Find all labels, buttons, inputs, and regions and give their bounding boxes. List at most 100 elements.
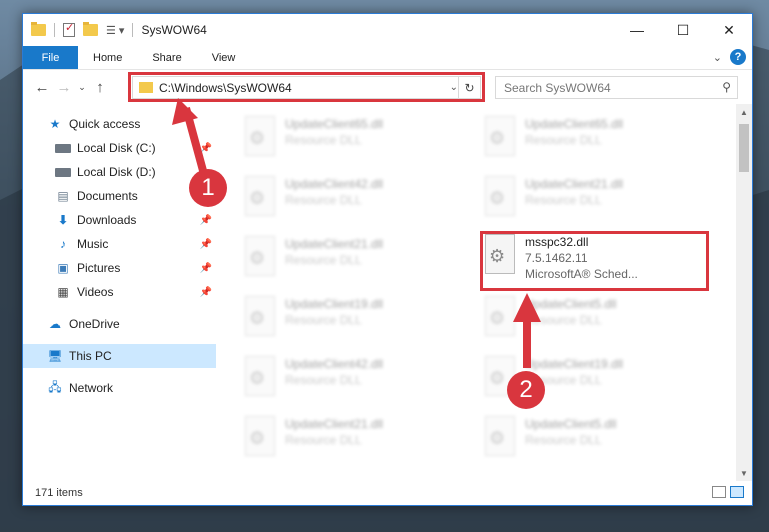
file-list: UpdateClient65.dll Resource DLL UpdateCli… [223, 104, 736, 481]
content-area: ★ Quick access Local Disk (C:) 📌 Local D… [23, 104, 752, 481]
help-icon[interactable]: ? [730, 49, 746, 65]
downloads-icon: ⬇ [57, 213, 69, 227]
sidebar-item-network[interactable]: 🖧 Network [23, 376, 216, 400]
cloud-icon: ☁ [49, 317, 61, 331]
close-button[interactable]: ✕ [706, 14, 752, 46]
file-item[interactable]: UpdateClient65.dll Resource DLL [485, 116, 705, 170]
star-icon: ★ [49, 117, 61, 131]
details-view-icon[interactable] [712, 486, 726, 498]
pin-icon: 📌 [199, 142, 212, 154]
forward-arrow-icon[interactable]: → [53, 79, 75, 96]
dll-file-icon [245, 356, 275, 396]
scroll-down-icon[interactable]: ▼ [736, 465, 752, 481]
customize-toolbar-icon[interactable]: ☰ ▾ [106, 24, 124, 37]
dll-file-icon [485, 416, 515, 456]
title-bar: ☰ ▾ SysWOW64 — ☐ ✕ [23, 14, 752, 46]
file-item[interactable]: UpdateClient21.dll Resource DLL [485, 176, 705, 230]
dll-file-icon [245, 416, 275, 456]
file-item[interactable]: UpdateClient21.dll Resource DLL [245, 236, 465, 290]
maximize-button[interactable]: ☐ [660, 14, 706, 46]
sidebar-item-label: Local Disk (C:) [77, 141, 156, 155]
file-name: UpdateClient42.dll [285, 357, 384, 371]
vertical-scrollbar[interactable]: ▲ ▼ [736, 104, 752, 481]
search-icon: ⚲ [722, 80, 731, 94]
file-type: Resource DLL [285, 433, 362, 447]
sidebar-item-downloads[interactable]: ⬇ Downloads 📌 [23, 208, 216, 232]
sidebar-item-quick-access[interactable]: ★ Quick access [23, 112, 216, 136]
up-arrow-icon[interactable]: ↑ [89, 79, 111, 96]
sidebar-item-music[interactable]: ♪ Music 📌 [23, 232, 216, 256]
disk-icon [55, 143, 71, 153]
dll-file-icon [245, 296, 275, 336]
tab-file[interactable]: File [23, 46, 78, 69]
file-item[interactable]: UpdateClient42.dll Resource DLL [245, 176, 465, 230]
scroll-thumb[interactable] [739, 124, 749, 172]
expand-ribbon-icon[interactable]: ⌄ [713, 51, 722, 64]
large-icons-view-icon[interactable] [730, 486, 744, 498]
step-1-badge: 1 [189, 169, 227, 207]
tab-view[interactable]: View [197, 46, 251, 69]
pictures-icon: ▣ [57, 261, 69, 275]
file-type: Resource DLL [285, 193, 362, 207]
navigation-bar: ← → ⌄ ↑ C:\Windows\SysWOW64 ⌄ ↻ Search S… [23, 70, 752, 104]
sidebar-item-local-disk-c[interactable]: Local Disk (C:) 📌 [23, 136, 216, 160]
dll-file-icon [485, 296, 515, 336]
explorer-window: ☰ ▾ SysWOW64 — ☐ ✕ File Home Share View … [22, 13, 753, 506]
file-item[interactable]: UpdateClient5.dll Resource DLL [485, 416, 705, 470]
new-folder-icon[interactable] [83, 22, 98, 36]
ribbon-right: ⌄ ? [713, 49, 746, 65]
file-item[interactable]: UpdateClient19.dll Resource DLL [245, 296, 465, 350]
separator [132, 23, 134, 37]
back-arrow-icon[interactable]: ← [31, 79, 53, 96]
computer-icon: 🖥 [47, 349, 63, 363]
file-name: UpdateClient5.dll [525, 417, 617, 431]
file-type: Resource DLL [525, 193, 602, 207]
sidebar-item-label: Local Disk (D:) [77, 165, 156, 179]
file-type: Resource DLL [285, 133, 362, 147]
file-type: Resource DLL [285, 313, 362, 327]
file-item[interactable]: UpdateClient21.dll Resource DLL [245, 416, 465, 470]
sidebar-item-local-disk-d[interactable]: Local Disk (D:) [23, 160, 216, 184]
step-2-badge: 2 [507, 371, 545, 409]
search-placeholder: Search SysWOW64 [504, 80, 611, 95]
tab-share[interactable]: Share [137, 46, 196, 69]
pin-icon: 📌 [199, 262, 212, 274]
dll-file-icon [485, 116, 515, 156]
dll-file-icon [245, 116, 275, 156]
file-name: UpdateClient65.dll [525, 117, 624, 131]
properties-icon[interactable] [63, 21, 75, 37]
status-bar: 171 items [23, 481, 752, 505]
disk-icon [55, 167, 71, 177]
window-title: SysWOW64 [141, 23, 207, 37]
file-name: UpdateClient42.dll [285, 177, 384, 191]
sidebar-item-label: Quick access [69, 117, 141, 131]
minimize-button[interactable]: — [614, 14, 660, 46]
sidebar-item-label: OneDrive [69, 317, 120, 331]
file-type: Resource DLL [525, 313, 602, 327]
videos-icon: ▦ [57, 285, 69, 299]
recent-locations-icon[interactable]: ⌄ [75, 82, 89, 93]
dll-file-icon [245, 176, 275, 216]
pin-icon: 📌 [199, 286, 212, 298]
scroll-up-icon[interactable]: ▲ [736, 104, 752, 120]
file-highlight-box [480, 231, 709, 291]
network-icon: 🖧 [48, 379, 62, 394]
tab-home[interactable]: Home [78, 46, 137, 69]
search-input[interactable]: Search SysWOW64 ⚲ [495, 76, 738, 99]
navigation-pane: ★ Quick access Local Disk (C:) 📌 Local D… [23, 104, 216, 481]
pin-icon: 📌 [199, 238, 212, 250]
sidebar-item-label: Network [69, 381, 114, 395]
address-highlight-box [128, 72, 485, 102]
ribbon-tabs: File Home Share View ⌄ ? [23, 46, 752, 70]
file-item[interactable]: UpdateClient65.dll Resource DLL [245, 116, 465, 170]
file-item[interactable]: UpdateClient5.dll Resource DLL [485, 296, 705, 350]
file-item[interactable]: UpdateClient42.dll Resource DLL [245, 356, 465, 410]
sidebar-item-videos[interactable]: ▦ Videos 📌 [23, 280, 216, 304]
documents-icon: ▤ [57, 189, 69, 203]
sidebar-item-this-pc[interactable]: 🖥 This PC [23, 344, 216, 368]
file-name: UpdateClient5.dll [525, 297, 617, 311]
sidebar-item-documents[interactable]: ▤ Documents 📌 [23, 184, 216, 208]
sidebar-item-onedrive[interactable]: ☁ OneDrive [23, 312, 216, 336]
file-name: UpdateClient21.dll [285, 417, 384, 431]
sidebar-item-pictures[interactable]: ▣ Pictures 📌 [23, 256, 216, 280]
